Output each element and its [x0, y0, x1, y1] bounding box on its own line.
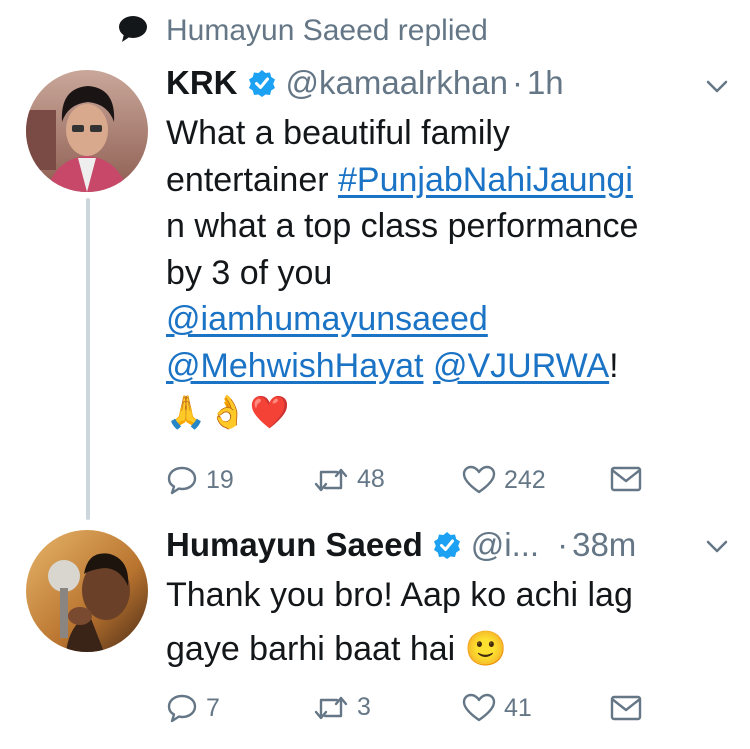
red-heart-emoji: ❤️ — [249, 394, 290, 430]
author-name[interactable]: Humayun Saeed — [166, 526, 423, 564]
tweet-text-line: n what a top class performance — [166, 207, 639, 245]
reply-button[interactable]: 7 — [166, 693, 220, 723]
tweet-header: KRK @kamaalrkhan · 1h — [166, 64, 564, 102]
envelope-icon — [610, 695, 642, 721]
tweet-text-fragment: entertainer — [166, 160, 338, 199]
speech-bubble-icon — [118, 15, 148, 48]
like-count: 242 — [504, 465, 546, 494]
direct-message-button[interactable] — [610, 695, 642, 721]
reply-count: 7 — [206, 693, 220, 722]
author-handle[interactable]: @kamaalrkhan — [286, 64, 508, 102]
like-button[interactable]: 41 — [462, 693, 532, 723]
reply-icon — [166, 465, 198, 495]
author-name[interactable]: KRK — [166, 64, 238, 102]
heart-icon — [462, 465, 496, 495]
tweet-text-line: gaye barhi baat hai 🙂 — [166, 622, 736, 676]
tweet-header: Humayun Saeed @i... · 38m — [166, 526, 636, 564]
chevron-down-icon[interactable] — [706, 540, 728, 554]
tweet-text-fragment: gaye barhi baat hai — [166, 630, 456, 668]
tweet-text-line: entertainer #PunjabNahiJaungi — [166, 157, 736, 204]
like-count: 41 — [504, 693, 532, 722]
reply-button[interactable]: 19 — [166, 465, 234, 495]
verified-badge-icon — [433, 531, 461, 559]
author-handle[interactable]: @i... — [471, 526, 539, 564]
tweet-timestamp[interactable]: 38m — [572, 526, 636, 564]
mention-link[interactable]: @iamhumayunsaeed — [166, 300, 488, 338]
reply-icon — [166, 693, 198, 723]
tweet-text-line: by 3 of you — [166, 253, 333, 292]
exclamation: ! — [609, 346, 619, 385]
separator-dot: · — [557, 526, 569, 563]
ok-hand-emoji: 👌 — [207, 394, 248, 430]
chevron-down-icon[interactable] — [706, 80, 728, 94]
retweet-icon — [313, 694, 349, 722]
tweet-text-line: What a beautiful family — [166, 114, 510, 152]
separator-dot: · — [511, 64, 523, 101]
krk-avatar[interactable] — [26, 70, 148, 192]
reply-count: 19 — [206, 465, 234, 494]
humayun-saeed-avatar[interactable] — [26, 530, 148, 652]
folded-hands-emoji: 🙏 — [166, 394, 206, 430]
hashtag-link[interactable]: #PunjabNahiJaungi — [338, 161, 633, 199]
reply-context-text: Humayun Saeed replied — [166, 14, 488, 47]
tweet-text-line: @iamhumayunsaeed — [166, 296, 736, 343]
tweet-text-line: Thank you bro! Aap ko achi lag — [166, 576, 633, 614]
thread-line — [86, 198, 90, 520]
direct-message-button[interactable] — [610, 466, 642, 492]
mention-link[interactable]: @MehwishHayat — [166, 347, 424, 385]
tweet-body: Thank you bro! Aap ko achi lag gaye barh… — [166, 568, 736, 676]
retweet-count: 3 — [357, 693, 371, 721]
retweet-button[interactable]: 48 — [313, 465, 385, 494]
retweet-count: 48 — [357, 465, 385, 493]
tweet-body: What a beautiful family entertainer #Pun… — [166, 110, 736, 436]
emoji-row: 🙏👌❤️ — [166, 389, 736, 436]
tweet-timestamp[interactable]: 1h — [527, 64, 564, 102]
mention-link[interactable]: @VJURWA — [433, 347, 609, 385]
heart-icon — [462, 693, 496, 723]
like-button[interactable]: 242 — [462, 465, 546, 495]
tweet-text-line: @MehwishHayat @VJURWA! — [166, 343, 736, 390]
reply-context: Humayun Saeed replied — [118, 14, 488, 48]
envelope-icon — [610, 466, 642, 492]
retweet-icon — [313, 466, 349, 494]
retweet-button[interactable]: 3 — [313, 693, 371, 722]
verified-badge-icon — [248, 69, 276, 97]
slightly-smiling-face-emoji: 🙂 — [464, 630, 508, 668]
